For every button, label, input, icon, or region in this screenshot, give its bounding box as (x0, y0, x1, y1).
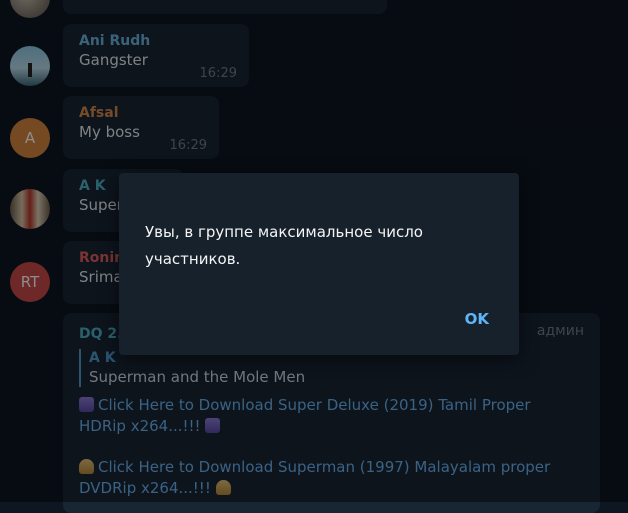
ok-button[interactable]: OK (451, 301, 503, 337)
alert-dialog: Увы, в группе максимальное число участни… (119, 173, 519, 355)
dialog-message: Увы, в группе максимальное число участни… (145, 223, 423, 268)
